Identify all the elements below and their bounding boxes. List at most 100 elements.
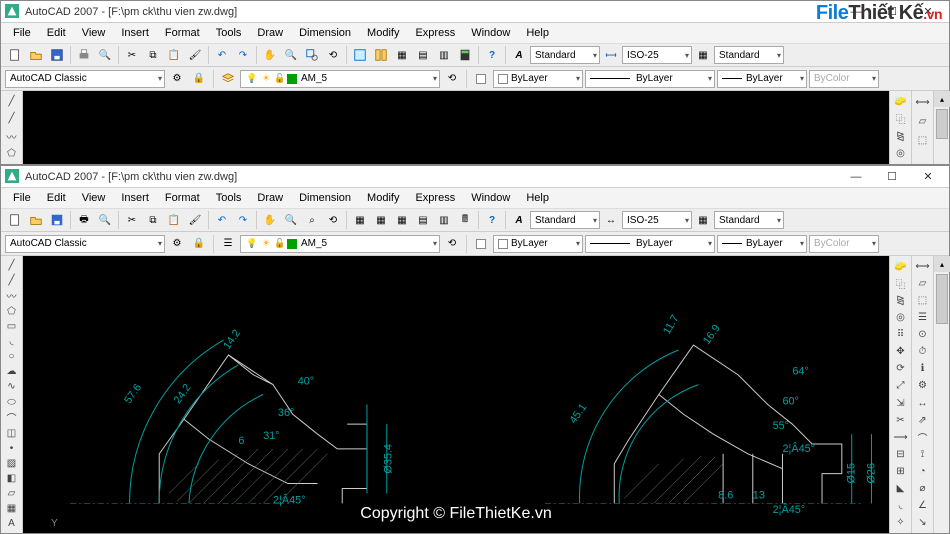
circle-icon[interactable]: ○ bbox=[2, 350, 22, 364]
polygon-icon[interactable]: ⬠ bbox=[2, 304, 22, 318]
region-icon[interactable]: ⬚ bbox=[913, 131, 933, 149]
paste-icon[interactable]: 📋 bbox=[164, 45, 184, 65]
ws-settings-icon[interactable]: ⚙ bbox=[167, 234, 187, 254]
trim-icon[interactable]: ✂ bbox=[891, 412, 911, 428]
menu-edit[interactable]: Edit bbox=[41, 190, 72, 206]
color-btn[interactable] bbox=[471, 69, 491, 89]
maximize-button[interactable]: ☐ bbox=[875, 167, 909, 187]
ws-lock-icon[interactable]: 🔒 bbox=[189, 234, 209, 254]
menu-file[interactable]: File bbox=[7, 190, 37, 206]
dim-dia-icon[interactable]: ⌀ bbox=[913, 481, 933, 497]
menu-draw[interactable]: Draw bbox=[251, 190, 289, 206]
zoom-prev-icon[interactable]: ⟲ bbox=[323, 45, 343, 65]
zoom-prev-icon[interactable]: ⟲ bbox=[323, 210, 343, 230]
ws-settings-icon[interactable]: ⚙ bbox=[167, 69, 187, 89]
extend-icon[interactable]: ⟶ bbox=[891, 429, 911, 445]
plot-preview-icon[interactable]: 🔍 bbox=[95, 210, 115, 230]
print-icon[interactable]: 🖶 bbox=[74, 210, 94, 230]
match-icon[interactable]: 🖌 bbox=[185, 45, 205, 65]
menu-modify[interactable]: Modify bbox=[361, 190, 405, 206]
zoom-rt-icon[interactable]: 🔍 bbox=[281, 210, 301, 230]
color-btn[interactable] bbox=[471, 234, 491, 254]
xline-icon[interactable]: ╱ bbox=[2, 273, 22, 287]
stretch-icon[interactable]: ⇲ bbox=[891, 395, 911, 411]
rect-icon[interactable]: ▭ bbox=[2, 319, 22, 333]
sheetset-icon[interactable]: ▤ bbox=[413, 45, 433, 65]
cut-icon[interactable]: ✂ bbox=[122, 45, 142, 65]
scroll-up-icon[interactable]: ▴ bbox=[934, 256, 950, 272]
menu-insert[interactable]: Insert bbox=[115, 190, 155, 206]
drawing-canvas[interactable]: Y bbox=[23, 256, 889, 533]
tablestyle-icon[interactable]: ▦ bbox=[693, 45, 713, 65]
dist-icon[interactable]: ⟷ bbox=[913, 258, 933, 274]
help-icon[interactable]: ? bbox=[482, 210, 502, 230]
new-icon[interactable] bbox=[5, 45, 25, 65]
menu-dimension[interactable]: Dimension bbox=[293, 190, 357, 206]
break-icon[interactable]: ⊟ bbox=[891, 446, 911, 462]
layer-dropdown[interactable]: 💡 ☀ 🔓 AM_5 bbox=[240, 235, 440, 253]
textstyle-icon[interactable]: A bbox=[509, 210, 529, 230]
line-icon[interactable]: ╱ bbox=[2, 93, 22, 110]
pan-icon[interactable]: ✋ bbox=[260, 210, 280, 230]
layer-dropdown[interactable]: 💡 ☀ 🔓 AM_5 bbox=[240, 70, 440, 88]
zoom-win-icon[interactable]: ⌕ bbox=[302, 210, 322, 230]
menu-modify[interactable]: Modify bbox=[361, 25, 405, 41]
dcenter-icon[interactable]: ▦ bbox=[371, 210, 391, 230]
text-icon[interactable]: A bbox=[2, 517, 22, 531]
dist-icon[interactable]: ⟷ bbox=[913, 93, 933, 111]
chamfer-icon[interactable]: ◣ bbox=[891, 481, 911, 497]
menu-insert[interactable]: Insert bbox=[115, 25, 155, 41]
layer-mgr-icon[interactable] bbox=[218, 69, 238, 89]
toolpal-icon[interactable]: ▦ bbox=[392, 210, 412, 230]
layerprev-icon[interactable]: ⟲ bbox=[442, 69, 462, 89]
tablestyle-dropdown[interactable]: Standard bbox=[714, 46, 784, 64]
menu-window[interactable]: Window bbox=[465, 25, 516, 41]
offset-icon[interactable]: ◎ bbox=[891, 309, 911, 325]
new-icon[interactable] bbox=[5, 210, 25, 230]
workspace-dropdown[interactable]: AutoCAD Classic bbox=[5, 235, 165, 253]
zoom-win-icon[interactable] bbox=[302, 45, 322, 65]
zoom-rt-icon[interactable]: 🔍 bbox=[281, 45, 301, 65]
pline-icon[interactable]: 〰 bbox=[2, 288, 22, 303]
dcenter-icon[interactable] bbox=[371, 45, 391, 65]
scroll-thumb[interactable] bbox=[936, 109, 948, 139]
titlebar[interactable]: AutoCAD 2007 - [F:\pm ck\thu vien zw.dwg… bbox=[1, 1, 949, 23]
menu-express[interactable]: Express bbox=[409, 25, 461, 41]
dim-arc-icon[interactable]: ⌒ bbox=[913, 429, 933, 445]
tablestyle-icon[interactable]: ▦ bbox=[693, 210, 713, 230]
menu-express[interactable]: Express bbox=[409, 190, 461, 206]
menu-tools[interactable]: Tools bbox=[210, 25, 248, 41]
status-icon[interactable]: ℹ bbox=[913, 361, 933, 377]
table-icon[interactable]: ▦ bbox=[2, 502, 22, 516]
dim-qleader-icon[interactable]: ↘ bbox=[913, 515, 933, 531]
dimstyle-icon[interactable]: ↔ bbox=[601, 210, 621, 230]
cut-icon[interactable]: ✂ bbox=[122, 210, 142, 230]
revcloud-icon[interactable]: ☁ bbox=[2, 365, 22, 379]
menu-dimension[interactable]: Dimension bbox=[293, 25, 357, 41]
menu-edit[interactable]: Edit bbox=[41, 25, 72, 41]
area-icon[interactable]: ▱ bbox=[913, 275, 933, 291]
properties-icon[interactable]: ▦ bbox=[350, 210, 370, 230]
toolpal-icon[interactable]: ▦ bbox=[392, 45, 412, 65]
join-icon[interactable]: ⊞ bbox=[891, 464, 911, 480]
markup-icon[interactable]: ▥ bbox=[434, 210, 454, 230]
plot-preview-icon[interactable]: 🔍 bbox=[95, 45, 115, 65]
polygon-icon[interactable]: ⬠ bbox=[2, 146, 22, 163]
menu-window[interactable]: Window bbox=[465, 190, 516, 206]
dimstyle-icon[interactable] bbox=[601, 45, 621, 65]
dim-linear-icon[interactable]: ↔ bbox=[913, 395, 933, 411]
ellipse-icon[interactable]: ⬭ bbox=[2, 395, 22, 409]
menu-format[interactable]: Format bbox=[159, 25, 206, 41]
menu-draw[interactable]: Draw bbox=[251, 25, 289, 41]
erase-icon[interactable]: 🧽 bbox=[891, 93, 911, 110]
color-dropdown[interactable]: ByLayer bbox=[493, 235, 583, 253]
close-button[interactable]: ✕ bbox=[911, 167, 945, 187]
dimstyle-dropdown[interactable]: ISO-25 bbox=[622, 211, 692, 229]
time-icon[interactable]: ⏱ bbox=[913, 344, 933, 360]
move-icon[interactable]: ✥ bbox=[891, 344, 911, 360]
scroll-up-icon[interactable]: ▴ bbox=[934, 91, 950, 107]
lineweight-dropdown[interactable]: ByLayer bbox=[717, 70, 807, 88]
titlebar[interactable]: AutoCAD 2007 - [F:\pm ck\thu vien zw.dwg… bbox=[1, 166, 949, 188]
menu-format[interactable]: Format bbox=[159, 190, 206, 206]
textstyle-icon[interactable]: A bbox=[509, 45, 529, 65]
